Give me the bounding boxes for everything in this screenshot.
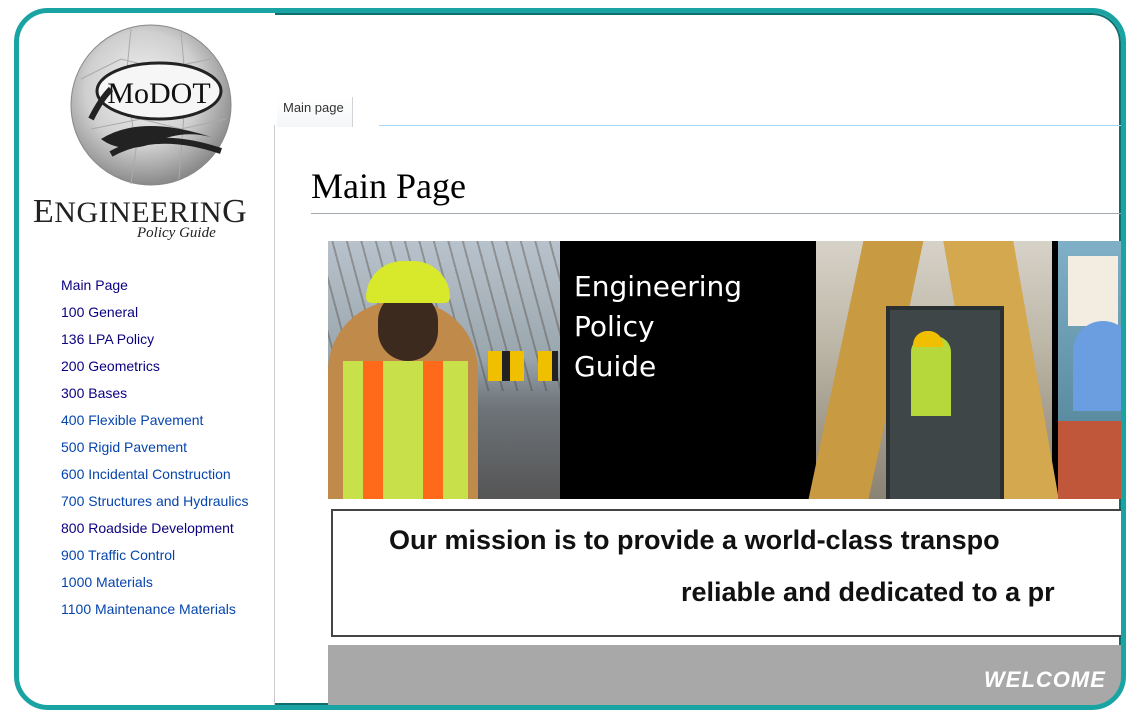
banner-image: Engineering Policy Guide	[328, 241, 1121, 499]
sidebar-item-200-geometrics[interactable]: 200 Geometrics	[61, 359, 261, 374]
heading-divider	[311, 213, 1121, 214]
sidebar-item-100-general[interactable]: 100 General	[61, 305, 261, 320]
sidebar-item-900-traffic-control[interactable]: 900 Traffic Control	[61, 548, 261, 563]
logo-text: MoDOT	[107, 77, 210, 110]
sidebar-item-400-flexible-pavement[interactable]: 400 Flexible Pavement	[61, 413, 261, 428]
sidebar-divider	[274, 125, 275, 705]
sidebar-nav: Main Page 100 General 136 LPA Policy 200…	[61, 278, 261, 629]
page-title: Main Page	[311, 166, 466, 206]
welcome-text: WELCOME	[984, 667, 1106, 692]
modot-globe-logo[interactable]: MoDOT	[61, 19, 237, 189]
tab-bar-rule	[379, 125, 1121, 126]
sidebar-item-500-rigid-pavement[interactable]: 500 Rigid Pavement	[61, 440, 261, 455]
window-frame: MoDOT ENGINEERING Policy Guide Main Page…	[14, 8, 1126, 710]
mission-statement: Our mission is to provide a world-class …	[331, 509, 1121, 637]
worker-photo	[328, 241, 560, 499]
sidebar-item-600-incidental-construction[interactable]: 600 Incidental Construction	[61, 467, 261, 482]
excavator-photo	[808, 241, 1059, 499]
mission-line-1: Our mission is to provide a world-class …	[389, 525, 1000, 555]
welcome-bar: WELCOME	[328, 645, 1121, 705]
office-photo	[1058, 241, 1121, 499]
banner-title: Engineering Policy Guide	[560, 241, 816, 499]
sidebar-item-300-bases[interactable]: 300 Bases	[61, 386, 261, 401]
logo-subtitle: Policy Guide	[137, 225, 216, 241]
sidebar-item-main-page[interactable]: Main Page	[61, 278, 261, 293]
tab-main-page[interactable]: Main page	[277, 97, 353, 127]
sidebar-item-1000-materials[interactable]: 1000 Materials	[61, 575, 261, 590]
page: MoDOT ENGINEERING Policy Guide Main Page…	[19, 13, 1121, 705]
sidebar-item-700-structures-hydraulics[interactable]: 700 Structures and Hydraulics	[61, 494, 261, 509]
sidebar-item-136-lpa-policy[interactable]: 136 LPA Policy	[61, 332, 261, 347]
sidebar-item-800-roadside-development[interactable]: 800 Roadside Development	[61, 521, 261, 536]
sidebar-item-1100-maintenance-materials[interactable]: 1100 Maintenance Materials	[61, 602, 261, 617]
mission-line-2: reliable and dedicated to a pr	[681, 577, 1055, 607]
sidebar: MoDOT ENGINEERING Policy Guide Main Page…	[19, 13, 275, 705]
